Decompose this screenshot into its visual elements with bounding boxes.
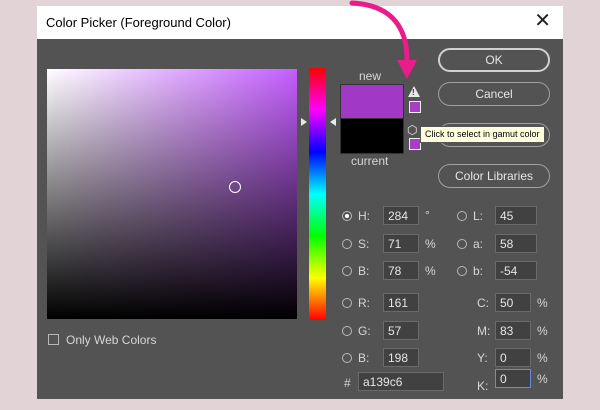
- pink-arrow-annotation: [349, 0, 417, 79]
